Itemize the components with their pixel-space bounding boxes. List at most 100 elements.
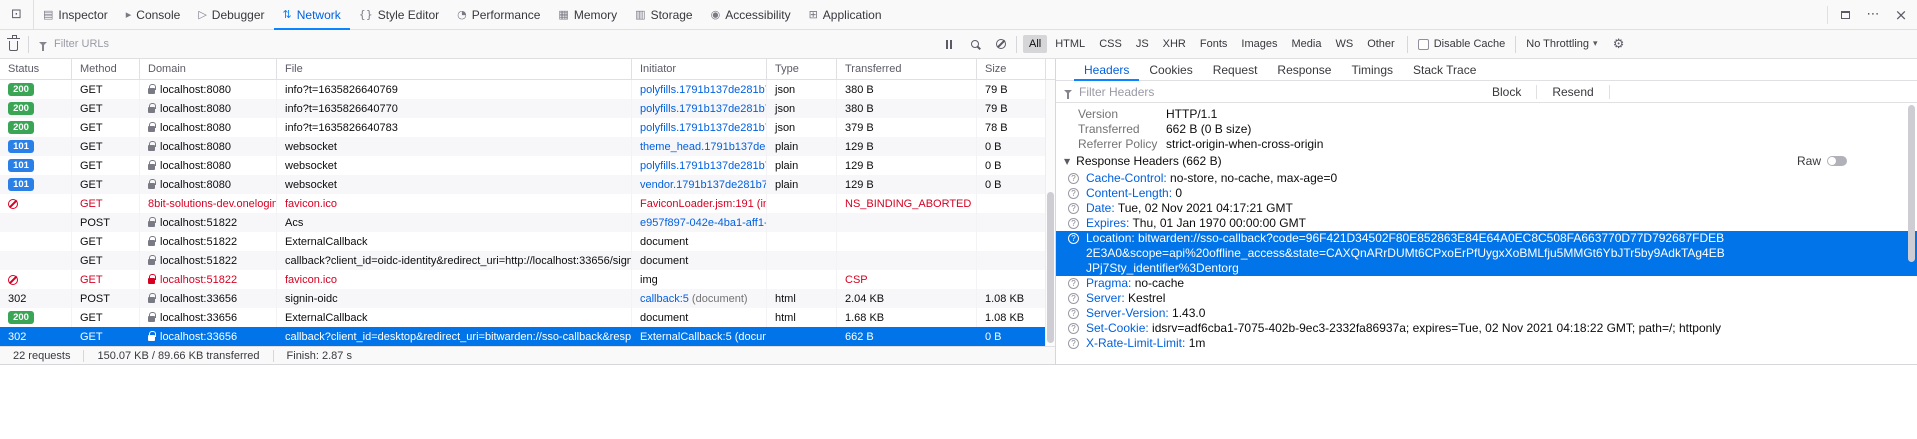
file-cell: info?t=1635826640769 <box>277 80 632 99</box>
transferred-text: 379 B <box>845 122 874 134</box>
tab-console[interactable]: ▸Console <box>117 0 190 29</box>
clear-requests-button[interactable] <box>0 30 26 58</box>
pause-recording-button[interactable] <box>936 30 962 58</box>
block-url-button[interactable]: Block <box>1484 85 1529 99</box>
column-header-file[interactable]: File <box>277 59 632 79</box>
type-filter-html[interactable]: HTML <box>1049 35 1091 53</box>
domain-cell: localhost:33656 <box>140 308 277 327</box>
request-row[interactable]: GETlocalhost:51822ExternalCallbackdocume… <box>0 232 1046 251</box>
meatball-menu-button[interactable]: ⋯ <box>1859 0 1887 29</box>
details-tab-request[interactable]: Request <box>1203 59 1268 80</box>
tab-performance[interactable]: ◔Performance <box>448 0 549 29</box>
header-row[interactable]: ?Set-Cookie: idsrv=adf6cba1-7075-402b-9e… <box>1056 321 1917 336</box>
header-row[interactable]: ?Location: bitwarden://sso-callback?code… <box>1056 231 1917 276</box>
details-scrollbar[interactable] <box>1908 105 1915 358</box>
tab-memory[interactable]: ▦Memory <box>549 0 626 29</box>
tab-application[interactable]: ⊞Application <box>800 0 891 29</box>
scrollbar-thumb[interactable] <box>1047 192 1054 344</box>
file-cell: websocket <box>277 156 632 175</box>
type-filter-images[interactable]: Images <box>1235 35 1283 53</box>
type-filter-css[interactable]: CSS <box>1093 35 1128 53</box>
header-row[interactable]: ?X-Rate-Limit-Limit: 1m <box>1056 336 1917 351</box>
tab-storage[interactable]: ▥Storage <box>626 0 701 29</box>
request-row[interactable]: 200GETlocalhost:8080info?t=1635826640783… <box>0 118 1046 137</box>
type-filter-xhr[interactable]: XHR <box>1157 35 1192 53</box>
filter-urls-box[interactable] <box>31 30 936 58</box>
close-button[interactable]: × <box>1887 0 1915 29</box>
header-row[interactable]: ?Server-Version: 1.43.0 <box>1056 306 1917 321</box>
details-tab-headers[interactable]: Headers <box>1074 59 1139 80</box>
header-row[interactable]: ?Pragma: no-cache <box>1056 276 1917 291</box>
type-filter-fonts[interactable]: Fonts <box>1194 35 1234 53</box>
resend-button[interactable]: Resend <box>1544 85 1601 99</box>
type-filter-media[interactable]: Media <box>1285 35 1327 53</box>
header-row[interactable]: ?Cache-Control: no-store, no-cache, max-… <box>1056 171 1917 186</box>
column-header-transferred[interactable]: Transferred <box>837 59 977 79</box>
column-header-method[interactable]: Method <box>72 59 140 79</box>
type-filter-all[interactable]: All <box>1023 35 1047 53</box>
request-row[interactable]: 200GETlocalhost:8080info?t=1635826640769… <box>0 80 1046 99</box>
filter-urls-input[interactable] <box>54 38 936 50</box>
column-header-domain[interactable]: Domain <box>140 59 277 79</box>
type-filter-js[interactable]: JS <box>1130 35 1155 53</box>
request-row[interactable]: POSTlocalhost:51822Acse957f897-042e-4ba1… <box>0 213 1046 232</box>
column-headers: StatusMethodDomainFileInitiatorTypeTrans… <box>0 59 1055 80</box>
raw-toggle-group: Raw <box>1797 154 1847 168</box>
column-header-type[interactable]: Type <box>767 59 837 79</box>
summary-row: Transferred662 B (0 B size) <box>1056 121 1917 136</box>
pick-element-button[interactable]: ⊡ <box>0 0 34 29</box>
header-row[interactable]: ?Content-Length: 0 <box>1056 186 1917 201</box>
header-row[interactable]: ?Server: Kestrel <box>1056 291 1917 306</box>
column-header-initiator[interactable]: Initiator <box>632 59 767 79</box>
request-row[interactable]: GETlocalhost:51822favicon.icoimgCSP <box>0 270 1046 289</box>
disable-cache-checkbox[interactable]: Disable Cache <box>1410 38 1514 50</box>
request-blocking-button[interactable] <box>988 30 1014 58</box>
transferred-text: 129 B <box>845 141 874 153</box>
request-row[interactable]: 101GETlocalhost:8080websockettheme_head.… <box>0 137 1046 156</box>
search-button[interactable] <box>962 30 988 58</box>
raw-toggle[interactable] <box>1827 156 1847 166</box>
header-row[interactable]: ?Expires: Thu, 01 Jan 1970 00:00:00 GMT <box>1056 216 1917 231</box>
tab-debugger[interactable]: ▷Debugger <box>189 0 273 29</box>
method-cell: POST <box>72 213 140 232</box>
column-header-status[interactable]: Status <box>0 59 72 79</box>
request-row[interactable]: GETlocalhost:51822callback?client_id=oid… <box>0 251 1046 270</box>
throttling-dropdown[interactable]: No Throttling ▾ <box>1518 38 1605 50</box>
size-cell: 1.08 KB <box>977 308 1046 327</box>
type-filter-ws[interactable]: WS <box>1329 35 1359 53</box>
scrollbar-thumb[interactable] <box>1908 105 1915 262</box>
headers-filter-row: Block Resend <box>1056 81 1917 103</box>
method-text: GET <box>80 198 103 210</box>
request-row[interactable]: 302POSTlocalhost:33656signin-oidccallbac… <box>0 289 1046 308</box>
type-filter-other[interactable]: Other <box>1361 35 1401 53</box>
request-row[interactable]: 200GETlocalhost:8080info?t=1635826640770… <box>0 99 1046 118</box>
network-settings-button[interactable]: ⚙ <box>1606 30 1632 58</box>
request-row[interactable]: 101GETlocalhost:8080websocketvendor.1791… <box>0 175 1046 194</box>
details-tab-response[interactable]: Response <box>1267 59 1341 80</box>
request-row[interactable]: 302GETlocalhost:33656callback?client_id=… <box>0 327 1046 346</box>
domain-cell: localhost:8080 <box>140 175 277 194</box>
pick-element-icon: ⊡ <box>11 7 22 22</box>
details-tab-timings[interactable]: Timings <box>1341 59 1403 80</box>
header-name: Content-Length: <box>1086 186 1175 200</box>
response-headers-section[interactable]: ▼ Response Headers (662 B) Raw <box>1056 151 1917 171</box>
transferred-text: 380 B <box>845 103 874 115</box>
tab-accessibility[interactable]: ◉Accessibility <box>702 0 800 29</box>
separate-window-button[interactable] <box>1831 0 1859 29</box>
details-tab-stack-trace[interactable]: Stack Trace <box>1403 59 1486 80</box>
request-row[interactable]: 101GETlocalhost:8080websocketpolyfills.1… <box>0 156 1046 175</box>
pause-icon <box>946 40 952 49</box>
question-circle-icon: ? <box>1068 173 1079 184</box>
request-list-scrollbar[interactable] <box>1045 80 1055 346</box>
header-row[interactable]: ?Date: Tue, 02 Nov 2021 04:17:21 GMT <box>1056 201 1917 216</box>
request-row[interactable]: 200GETlocalhost:33656ExternalCallbackdoc… <box>0 308 1046 327</box>
tab-inspector[interactable]: ▤Inspector <box>34 0 117 29</box>
request-row[interactable]: GET8bit-solutions-dev.onelogin…favicon.i… <box>0 194 1046 213</box>
tab-style-editor[interactable]: {}Style Editor <box>350 0 448 29</box>
network-main: StatusMethodDomainFileInitiatorTypeTrans… <box>0 59 1917 365</box>
size-cell: 0 B <box>977 156 1046 175</box>
column-header-size[interactable]: Size <box>977 59 1046 79</box>
tab-network[interactable]: ⇅Network <box>274 0 350 29</box>
filter-headers-input[interactable] <box>1079 85 1477 99</box>
details-tab-cookies[interactable]: Cookies <box>1139 59 1202 80</box>
